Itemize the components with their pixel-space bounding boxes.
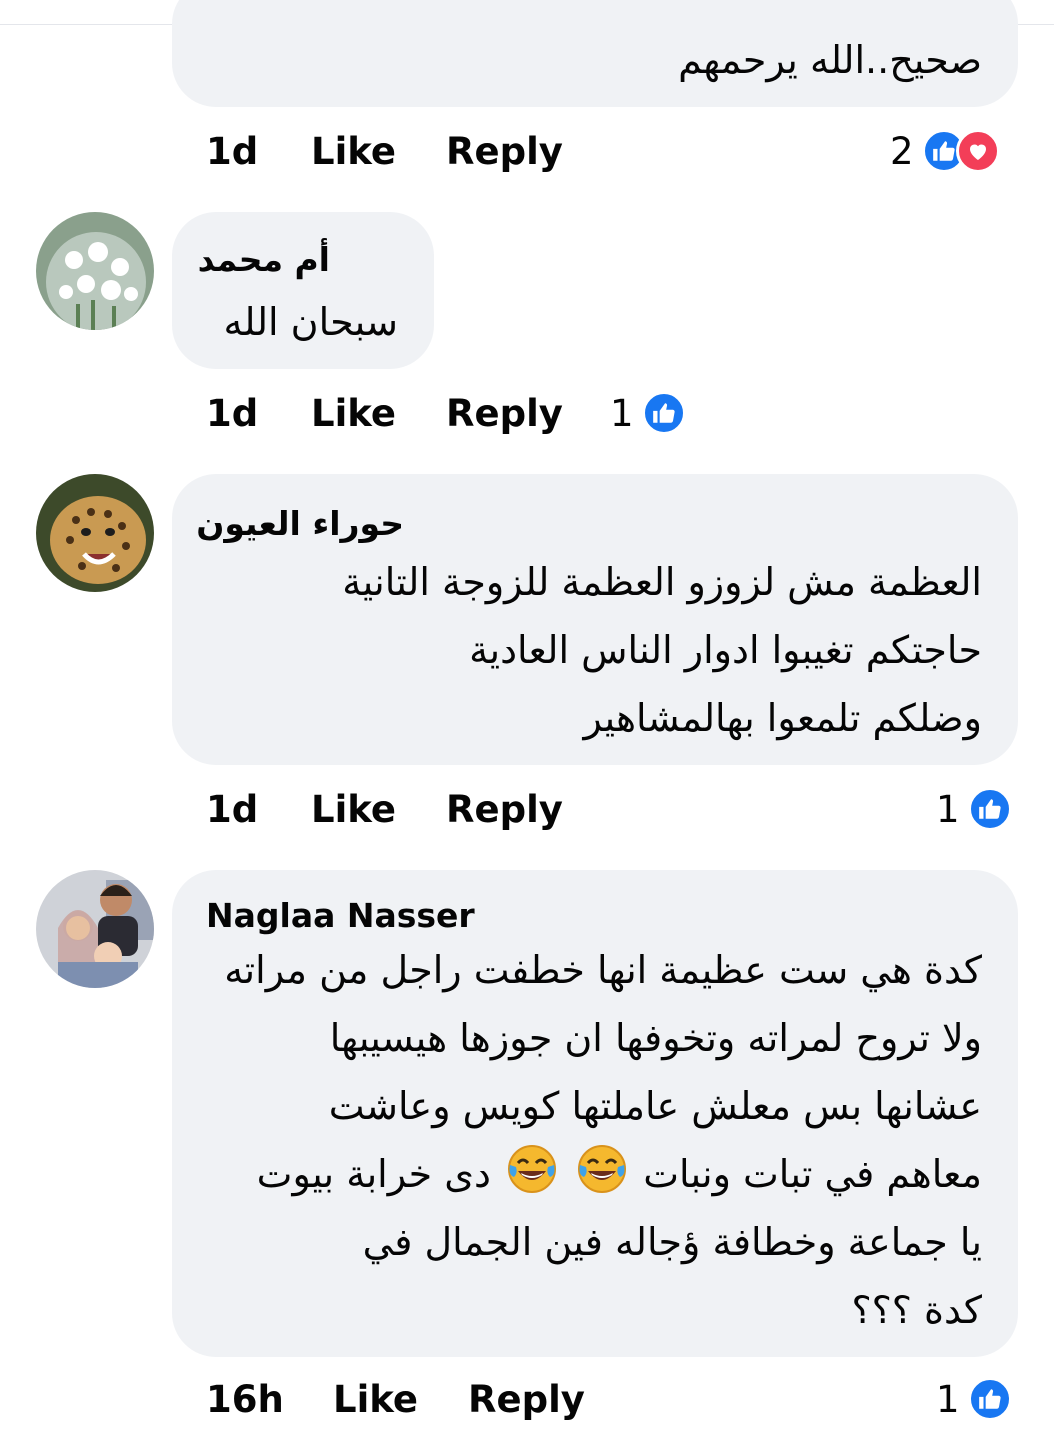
like-icon: [967, 1377, 1012, 1421]
comment-text: سبحان الله: [223, 300, 399, 344]
reaction-count: 1: [936, 787, 960, 831]
reaction-summary[interactable]: 1: [936, 1374, 1012, 1424]
comment-text-segment: دى خرابة بيوت: [256, 1152, 491, 1196]
comment-text: عشانها بس معلش عاملتها كويس وعاشت: [328, 1084, 982, 1128]
reply-button[interactable]: Reply: [446, 788, 563, 831]
reaction-summary[interactable]: 1: [610, 388, 686, 438]
timestamp[interactable]: 1d: [206, 130, 258, 173]
comment-author[interactable]: Naglaa Nasser: [206, 896, 475, 936]
avatar[interactable]: [36, 212, 154, 330]
reaction-count: 1: [936, 1377, 960, 1421]
comment-text-with-emoji: معاهم في تبات ونبات دى خرابة بيوت: [257, 1140, 982, 1208]
face-with-tears-of-joy-icon: [506, 1143, 558, 1195]
timestamp[interactable]: 1d: [206, 392, 258, 435]
reaction-count: 2: [890, 129, 914, 173]
timestamp[interactable]: 1d: [206, 788, 258, 831]
avatar[interactable]: [36, 474, 154, 592]
comment-actions: 1d Like Reply: [0, 784, 1054, 834]
like-button[interactable]: Like: [311, 392, 396, 435]
comment-text: كدة ؟؟؟: [851, 1288, 982, 1332]
reply-button[interactable]: Reply: [468, 1378, 585, 1421]
comment-text: ولا تروح لمراته وتخوفها ان جوزها هيسيبها: [329, 1016, 982, 1060]
comment-text-segment: معاهم في تبات ونبات: [643, 1152, 982, 1196]
comment-text: يا جماعة وخطافة ؤجاله فين الجمال في: [362, 1220, 982, 1264]
comment-text: كدة هي ست عظيمة انها خطفت راجل من مراته: [224, 948, 982, 992]
reaction-summary[interactable]: 2: [890, 126, 1000, 176]
comment-text: صحيح..الله يرحمهم: [678, 38, 982, 82]
comment-text: وضلكم تلمعوا بهالمشاهير: [583, 696, 982, 740]
love-icon: [955, 129, 1000, 173]
like-button[interactable]: Like: [311, 130, 396, 173]
comment-text: حاجتكم تغيبوا ادوار الناس العادية: [469, 628, 982, 672]
comment-actions: 16h Like Reply: [0, 1374, 1054, 1424]
timestamp[interactable]: 16h: [206, 1378, 284, 1421]
like-button[interactable]: Like: [311, 788, 396, 831]
reaction-count: 1: [610, 391, 634, 435]
reply-button[interactable]: Reply: [446, 130, 563, 173]
like-icon: [641, 391, 686, 435]
comment-actions: 1d Like Reply: [0, 388, 1054, 438]
face-with-tears-of-joy-icon: [576, 1143, 628, 1195]
like-icon: [967, 787, 1012, 831]
avatar[interactable]: [36, 870, 154, 988]
like-button[interactable]: Like: [333, 1378, 418, 1421]
comment-author[interactable]: حوراء العيون: [196, 504, 404, 544]
comment-text: العظمة مش لزوزو العظمة للزوجة التانية: [342, 560, 982, 604]
reaction-summary[interactable]: 1: [936, 784, 1012, 834]
comment-author[interactable]: أم محمد: [198, 240, 330, 280]
reply-button[interactable]: Reply: [446, 392, 563, 435]
